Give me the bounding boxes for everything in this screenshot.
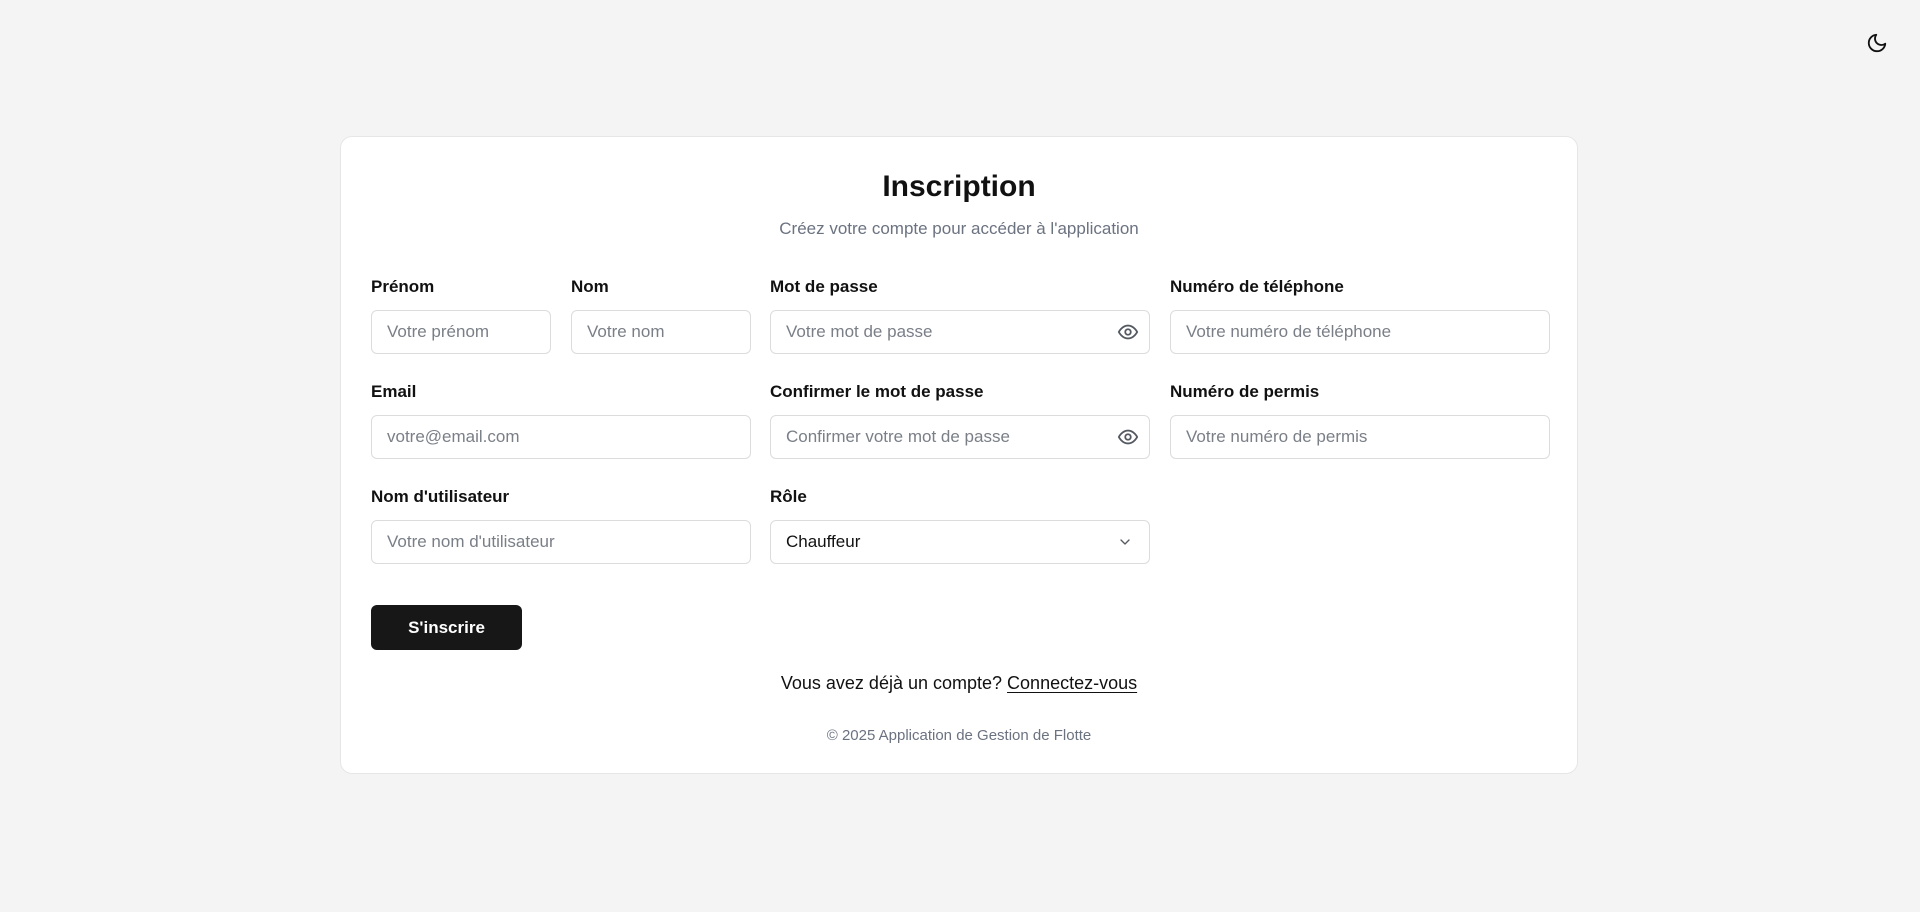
password-input[interactable] [770,310,1150,354]
license-label: Numéro de permis [1170,382,1320,401]
moon-icon [1867,33,1887,53]
login-prompt-text: Vous avez déjà un compte? [780,673,1003,693]
confirm-password-label: Confirmer le mot de passe [770,382,984,401]
page-title: Inscription [882,170,1036,203]
show-password-icon[interactable] [1116,320,1140,344]
password-label: Mot de passe [770,277,878,296]
username-label: Nom d'utilisateur [371,487,510,506]
phone-label: Numéro de téléphone [1170,277,1344,296]
last-name-label: Nom [571,277,609,296]
show-confirm-password-icon[interactable] [1116,425,1140,449]
role-selected-value: Chauffeur [786,532,861,551]
first-name-input[interactable] [371,310,551,354]
phone-input[interactable] [1170,310,1550,354]
registration-card: Inscription Créez votre compte pour accé… [340,136,1578,774]
email-input[interactable] [371,415,751,459]
chevron-down-icon [1117,534,1133,555]
theme-toggle-button[interactable] [1862,28,1892,58]
register-button[interactable]: S'inscrire [371,605,522,650]
role-select[interactable]: Chauffeur [770,520,1150,564]
role-label: Rôle [770,487,807,506]
email-label: Email [371,382,417,401]
footer-copyright: © 2025 Application de Gestion de Flotte [826,727,1092,744]
username-input[interactable] [371,520,751,564]
login-prompt-line: Vous avez déjà un compte? Connectez-vous [341,673,1577,694]
license-input[interactable] [1170,415,1550,459]
last-name-input[interactable] [571,310,751,354]
page-subtitle: Créez votre compte pour accéder à l'appl… [779,219,1139,238]
confirm-password-input[interactable] [770,415,1150,459]
login-link[interactable]: Connectez-vous [1007,673,1137,693]
first-name-label: Prénom [371,277,435,296]
